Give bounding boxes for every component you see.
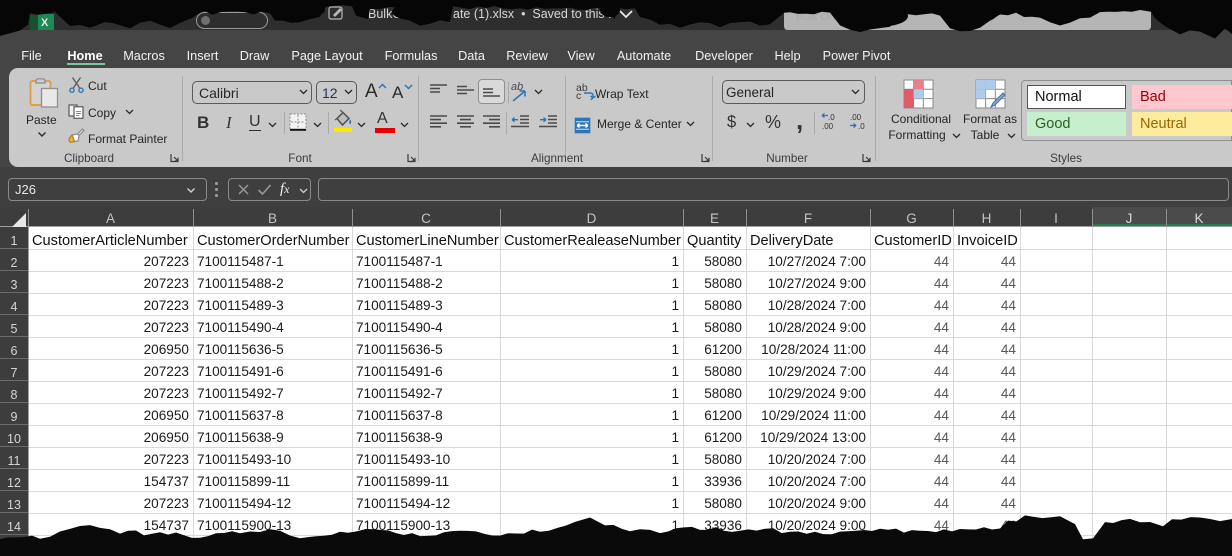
svg-text:.00: .00: [822, 122, 834, 131]
svg-text:.0: .0: [828, 113, 835, 122]
svg-text:.00: .00: [850, 113, 862, 122]
svg-text:.0: .0: [858, 122, 865, 131]
